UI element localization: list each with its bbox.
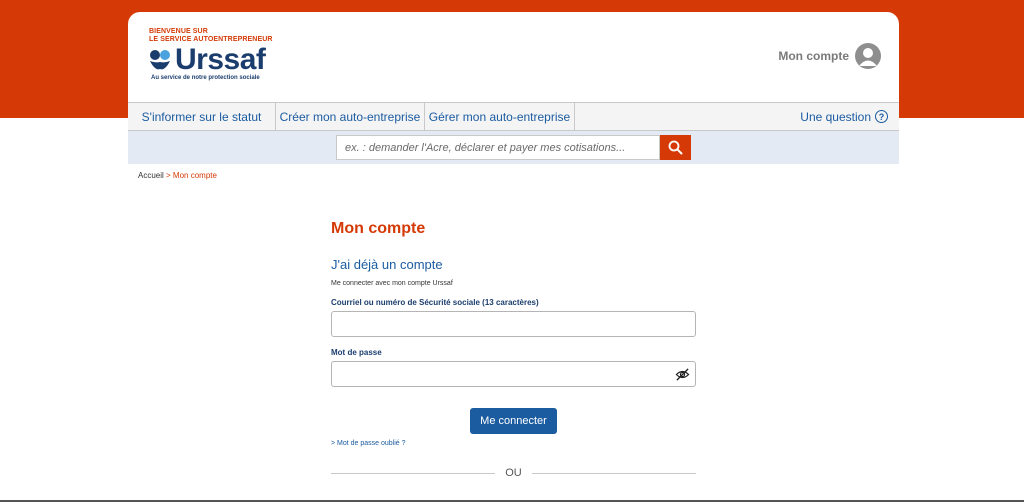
helper-text: Me connecter avec mon compte Urssaf — [331, 280, 453, 287]
site-header: BIENVENUE SUR LE SERVICE AUTOENTREPRENEU… — [128, 12, 899, 102]
search-icon — [668, 140, 683, 155]
email-field[interactable] — [331, 311, 696, 337]
logo-row: Urssaf — [149, 45, 273, 75]
help-icon: ? — [875, 110, 888, 123]
connect-button-wrap: Me connecter — [331, 408, 696, 434]
logo-subtitle: Au service de notre protection sociale — [151, 75, 260, 81]
main-navigation: S'informer sur le statut Créer mon auto-… — [128, 102, 899, 131]
account-label: Mon compte — [778, 49, 849, 63]
forgot-password-link[interactable]: > Mot de passe oublié ? — [331, 440, 696, 447]
breadcrumb-home-link[interactable]: Accueil — [138, 171, 164, 180]
urssaf-logo[interactable]: BIENVENUE SUR LE SERVICE AUTOENTREPRENEU… — [149, 28, 273, 81]
search-input[interactable] — [336, 135, 660, 160]
nav-question-label: Une question — [800, 109, 871, 124]
page-container: BIENVENUE SUR LE SERVICE AUTOENTREPRENEU… — [128, 12, 899, 164]
breadcrumb-separator: > — [163, 171, 173, 180]
logo-wordmark: Urssaf — [175, 43, 266, 76]
password-field[interactable] — [331, 361, 696, 387]
eye-slash-icon[interactable] — [675, 367, 690, 382]
login-panel: Mon compte J'ai déjà un compte Me connec… — [331, 220, 696, 479]
or-separator: OU — [331, 467, 696, 479]
page-title: Mon compte — [331, 220, 426, 237]
search-button[interactable] — [660, 135, 691, 160]
user-avatar-icon — [855, 43, 881, 69]
nav-item-creer[interactable]: Créer mon auto-entreprise — [276, 103, 425, 130]
separator-text: OU — [505, 467, 522, 479]
breadcrumb-current: Mon compte — [172, 171, 217, 180]
email-label: Courriel ou numéro de Sécurité sociale (… — [331, 298, 539, 307]
nav-item-informer[interactable]: S'informer sur le statut — [128, 103, 276, 130]
section-title: J'ai déjà un compte — [331, 257, 443, 272]
search-bar — [128, 131, 899, 164]
password-label: Mot de passe — [331, 348, 382, 357]
account-menu-button[interactable]: Mon compte — [778, 43, 881, 69]
urssaf-logo-mark-icon — [150, 50, 170, 70]
breadcrumb: Accueil > Mon compte — [138, 171, 217, 180]
logo-tagline-line1: BIENVENUE SUR — [149, 28, 208, 35]
separator-line-left — [331, 472, 496, 474]
nav-item-gerer[interactable]: Gérer mon auto-entreprise — [425, 103, 575, 130]
separator-line-right — [531, 472, 696, 474]
connect-button[interactable]: Me connecter — [470, 408, 557, 434]
nav-question-link[interactable]: Une question ? — [800, 103, 888, 130]
